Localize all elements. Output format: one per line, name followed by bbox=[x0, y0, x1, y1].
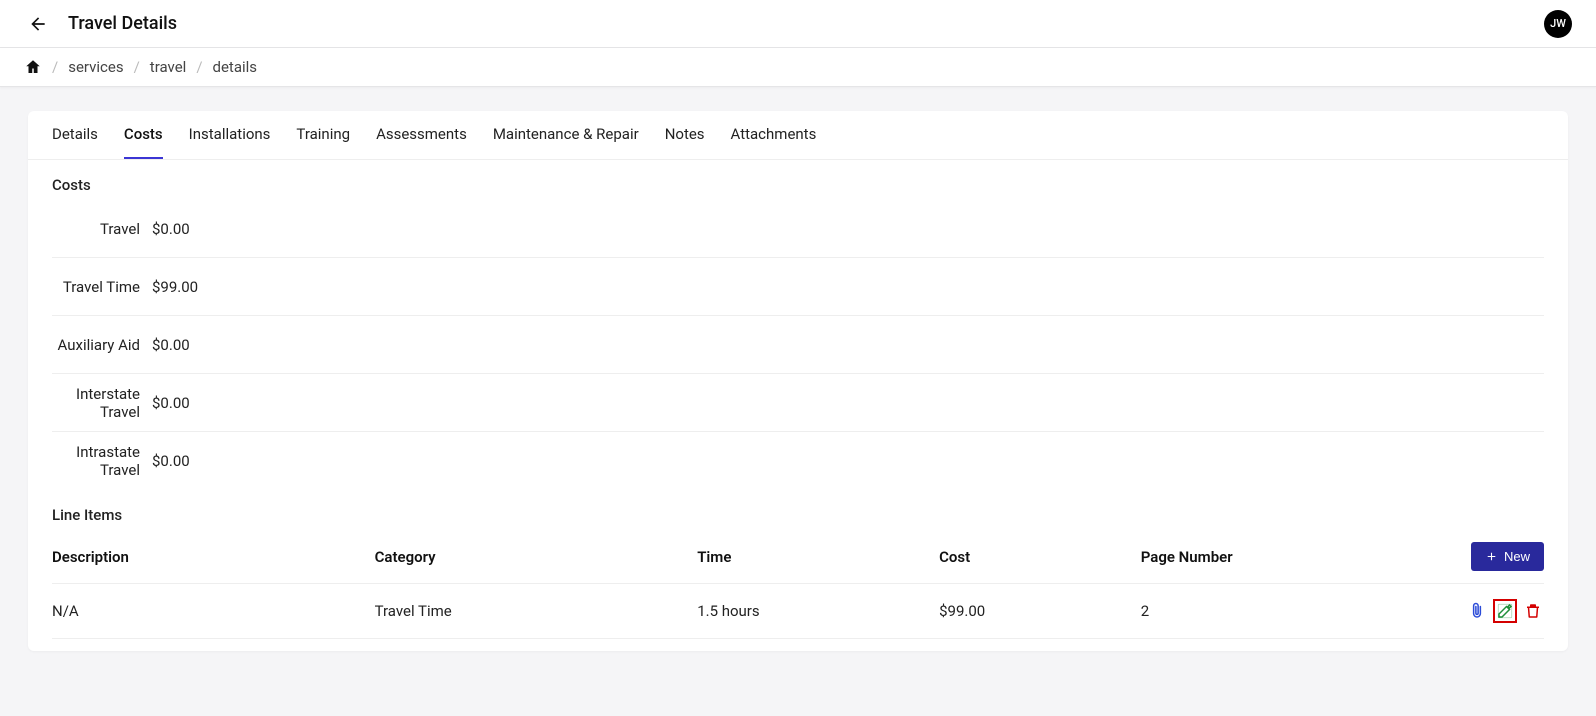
cost-row-intrastate: Intrastate Travel $0.00 bbox=[52, 432, 1544, 490]
line-items-title: Line Items bbox=[28, 490, 1568, 530]
pencil-square-icon bbox=[1496, 602, 1514, 620]
tab-installations[interactable]: Installations bbox=[189, 111, 271, 159]
cost-label: Travel bbox=[52, 220, 152, 238]
cost-label: Intrastate Travel bbox=[52, 443, 152, 479]
tab-training[interactable]: Training bbox=[296, 111, 350, 159]
col-category: Category bbox=[375, 548, 698, 566]
topbar: Travel Details JW bbox=[0, 0, 1596, 48]
cell-time: 1.5 hours bbox=[697, 602, 939, 620]
line-items-header: Description Category Time Cost Page Numb… bbox=[52, 530, 1544, 584]
new-button-label: New bbox=[1504, 549, 1530, 564]
trash-icon bbox=[1524, 602, 1542, 620]
breadcrumb-sep: / bbox=[134, 58, 140, 76]
cell-description: N/A bbox=[52, 602, 375, 620]
delete-button[interactable] bbox=[1522, 600, 1544, 622]
card: Details Costs Installations Training Ass… bbox=[28, 111, 1568, 651]
cell-category: Travel Time bbox=[375, 602, 698, 620]
costs-grid: Travel $0.00 Travel Time $99.00 Auxiliar… bbox=[28, 200, 1568, 490]
breadcrumb-home[interactable] bbox=[24, 58, 42, 76]
cost-label: Interstate Travel bbox=[52, 385, 152, 421]
new-button[interactable]: New bbox=[1471, 542, 1544, 571]
cost-value: $0.00 bbox=[152, 336, 190, 354]
back-button[interactable] bbox=[24, 10, 52, 38]
content: Details Costs Installations Training Ass… bbox=[0, 87, 1596, 675]
tab-maintenance[interactable]: Maintenance & Repair bbox=[493, 111, 639, 159]
cost-label: Travel Time bbox=[52, 278, 152, 296]
cost-row-travel: Travel $0.00 bbox=[52, 200, 1544, 258]
cost-label: Auxiliary Aid bbox=[52, 336, 152, 354]
page-title: Travel Details bbox=[68, 13, 177, 34]
col-page-number: Page Number bbox=[1141, 548, 1423, 566]
cost-value: $0.00 bbox=[152, 394, 190, 412]
tab-details[interactable]: Details bbox=[52, 111, 98, 159]
paperclip-icon bbox=[1468, 602, 1486, 620]
attach-button[interactable] bbox=[1466, 600, 1488, 622]
tab-assessments[interactable]: Assessments bbox=[376, 111, 467, 159]
tab-attachments[interactable]: Attachments bbox=[731, 111, 817, 159]
cost-row-travel-time: Travel Time $99.00 bbox=[52, 258, 1544, 316]
tabs: Details Costs Installations Training Ass… bbox=[28, 111, 1568, 160]
breadcrumb-travel[interactable]: travel bbox=[150, 58, 187, 76]
cost-row-interstate: Interstate Travel $0.00 bbox=[52, 374, 1544, 432]
topbar-left: Travel Details bbox=[24, 10, 177, 38]
edit-button[interactable] bbox=[1494, 600, 1516, 622]
plus-icon bbox=[1485, 550, 1498, 563]
cost-value: $99.00 bbox=[152, 278, 198, 296]
avatar[interactable]: JW bbox=[1544, 10, 1572, 38]
costs-title: Costs bbox=[28, 160, 1568, 200]
breadcrumb-sep: / bbox=[196, 58, 202, 76]
col-actions: New bbox=[1423, 542, 1544, 571]
tab-costs[interactable]: Costs bbox=[124, 111, 163, 159]
col-time: Time bbox=[697, 548, 939, 566]
cost-value: $0.00 bbox=[152, 452, 190, 470]
breadcrumb-details[interactable]: details bbox=[213, 58, 258, 76]
col-cost: Cost bbox=[939, 548, 1141, 566]
line-item-row: N/A Travel Time 1.5 hours $99.00 2 bbox=[52, 584, 1544, 639]
line-items: Description Category Time Cost Page Numb… bbox=[28, 530, 1568, 639]
cell-cost: $99.00 bbox=[939, 602, 1141, 620]
arrow-left-icon bbox=[28, 14, 48, 34]
home-icon bbox=[24, 58, 42, 76]
tab-notes[interactable]: Notes bbox=[665, 111, 705, 159]
breadcrumb-services[interactable]: services bbox=[68, 58, 123, 76]
breadcrumb: / services / travel / details bbox=[0, 48, 1596, 87]
cost-value: $0.00 bbox=[152, 220, 190, 238]
col-description: Description bbox=[52, 548, 375, 566]
cell-page-number: 2 bbox=[1141, 602, 1423, 620]
cost-row-auxiliary: Auxiliary Aid $0.00 bbox=[52, 316, 1544, 374]
row-actions bbox=[1423, 600, 1544, 622]
breadcrumb-sep: / bbox=[52, 58, 58, 76]
